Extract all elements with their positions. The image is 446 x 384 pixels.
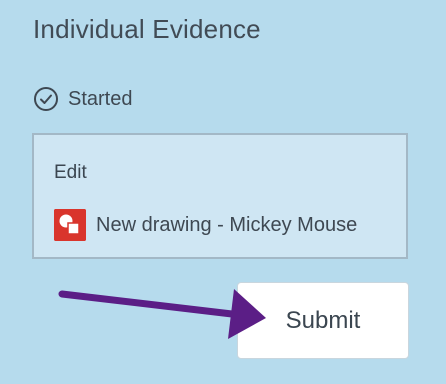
status-label: Started [68,87,133,110]
evidence-card: Edit New drawing - Mickey Mouse [32,133,408,259]
section-title: Individual Evidence [33,14,261,44]
attached-file-link[interactable]: New drawing - Mickey Mouse [54,209,390,241]
status-indicator: Started [33,86,132,112]
file-name: New drawing - Mickey Mouse [96,213,358,236]
google-drawing-icon [54,209,86,241]
edit-label: Edit [54,162,87,183]
submit-button[interactable]: Submit [237,282,409,359]
check-circle-icon [34,87,58,111]
